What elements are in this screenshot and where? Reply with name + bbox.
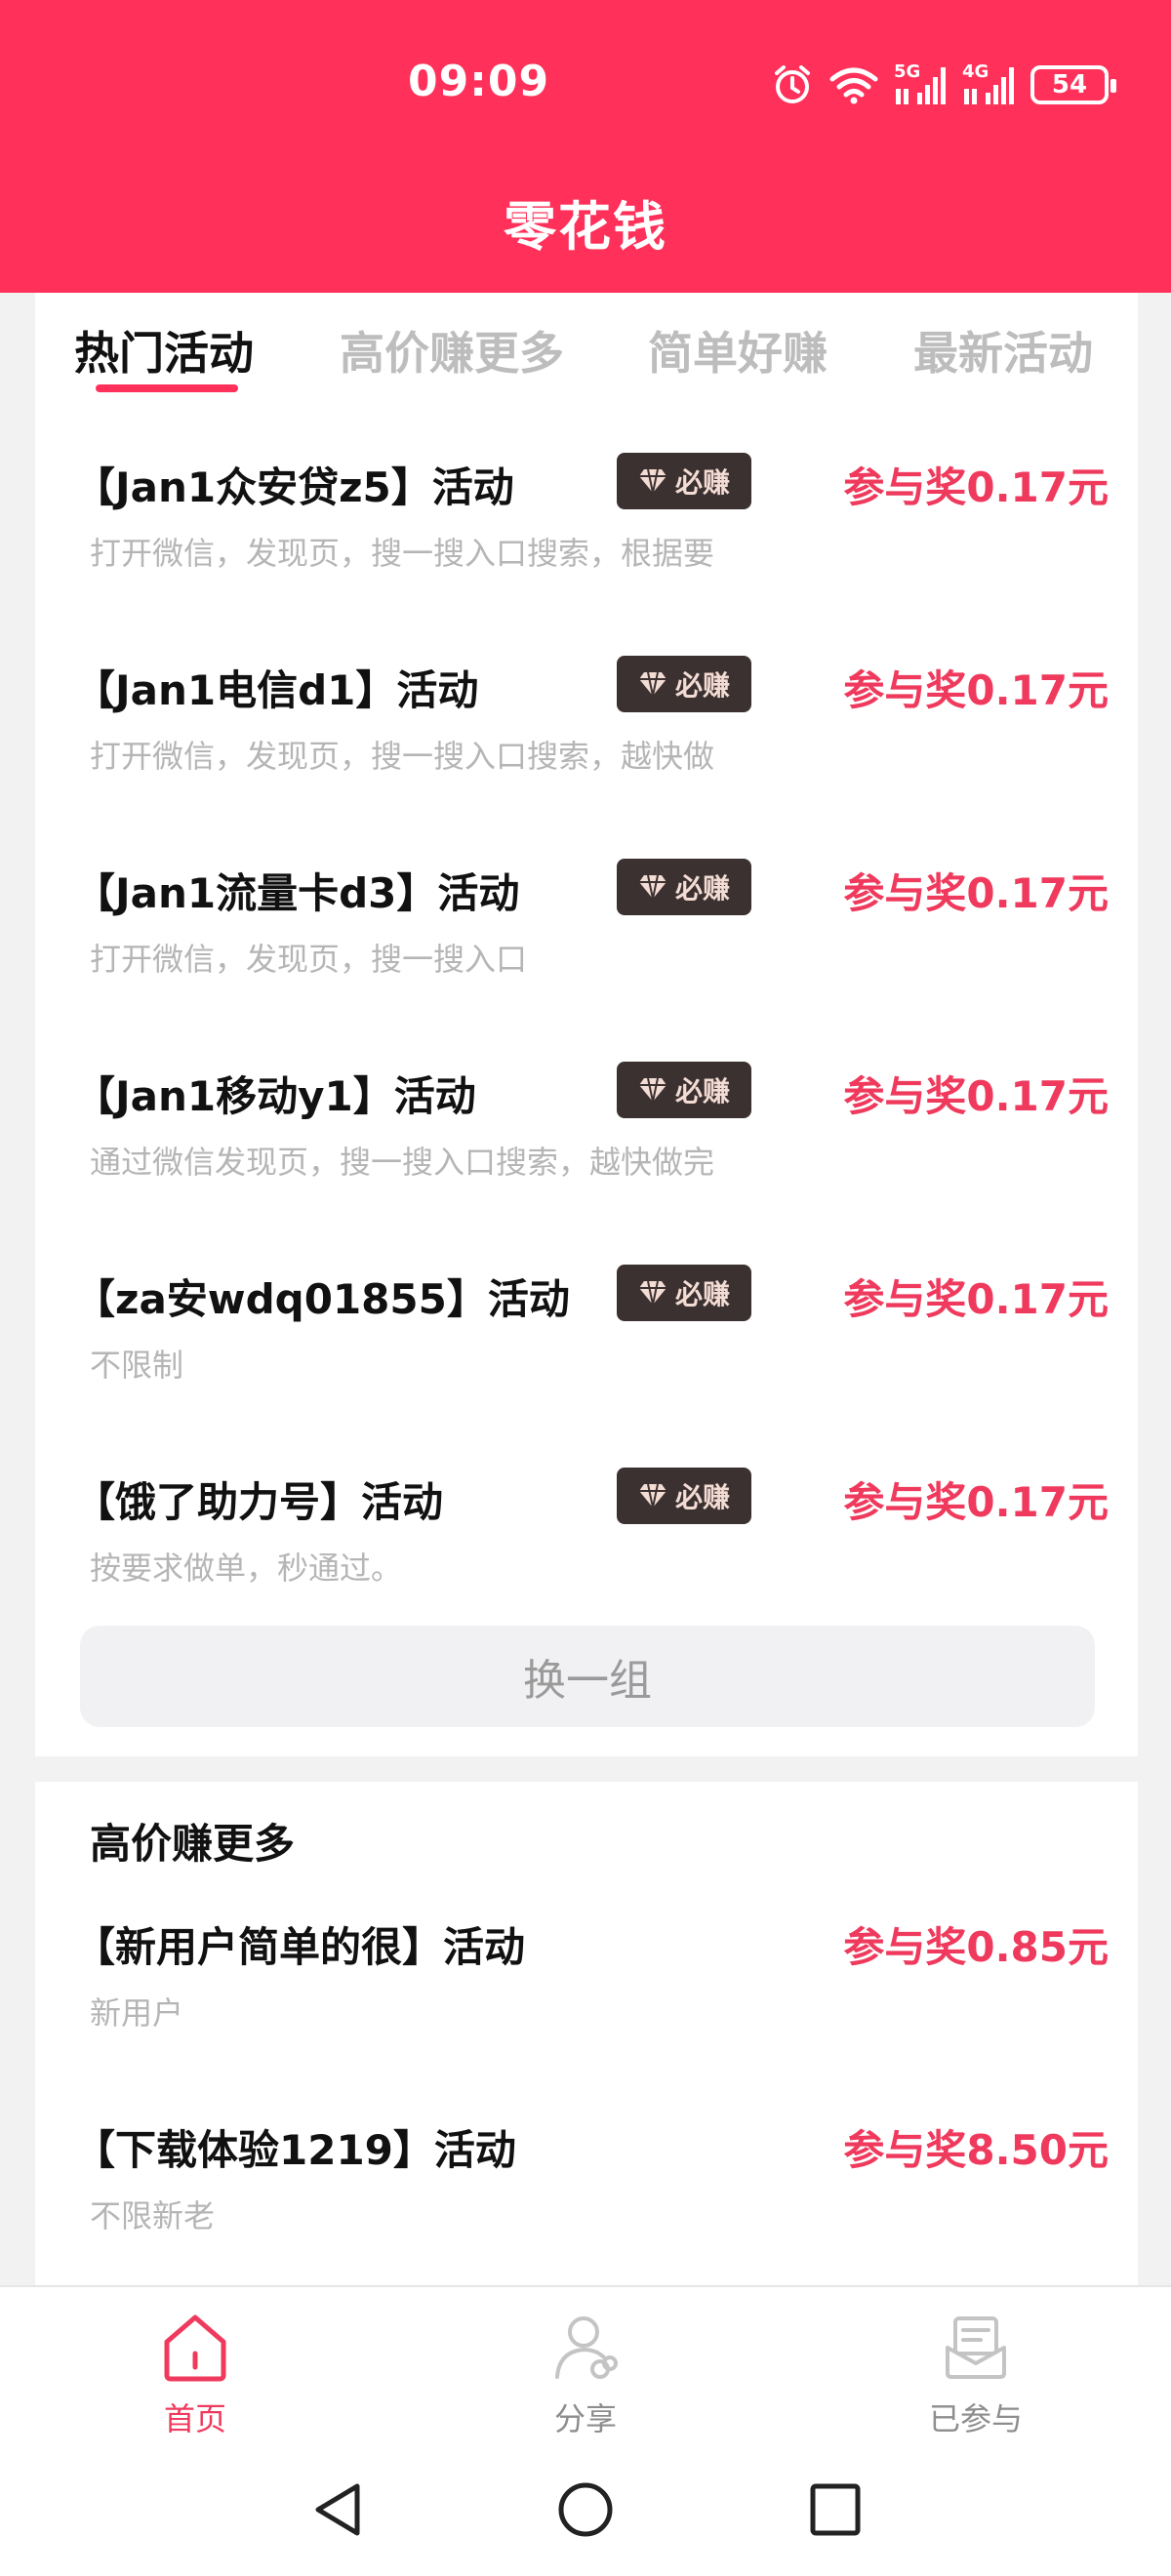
diamond-icon — [638, 874, 666, 900]
item-title: 【Jan1众安贷z5】活动 — [74, 463, 514, 511]
status-time: 09:09 — [408, 57, 550, 106]
item-desc: 不限制 — [90, 1347, 184, 1384]
item-reward: 参与奖8.50元 — [843, 2126, 1109, 2174]
nav-joined[interactable]: 已参与 — [878, 2313, 1073, 2439]
diamond-icon — [638, 671, 666, 697]
item-desc: 通过微信发现页，搜一搜入口搜索，越快做完 — [90, 1144, 715, 1181]
item-title: 【Jan1电信d1】活动 — [74, 666, 479, 714]
diamond-icon — [638, 468, 666, 494]
item-title: 【Jan1移动y1】活动 — [74, 1072, 476, 1120]
hot-activities-card: 热门活动 高价赚更多 简单好赚 最新活动 【Jan1众安贷z5】活动 必赚 参与… — [35, 293, 1138, 1756]
item-reward: 参与奖0.17元 — [843, 666, 1109, 714]
refresh-group-button[interactable]: 换一组 — [80, 1626, 1095, 1727]
list-item[interactable]: 【新用户简单的很】活动 参与奖0.85元 新用户 — [35, 1914, 1138, 2117]
badge-label: 必赚 — [674, 466, 730, 499]
must-earn-badge: 必赚 — [617, 453, 751, 509]
item-reward: 参与奖0.17元 — [843, 1072, 1109, 1120]
tab-newest[interactable]: 最新活动 — [913, 318, 1093, 382]
tab-hot[interactable]: 热门活动 — [74, 318, 254, 382]
list-item[interactable]: 【Jan1流量卡d3】活动 必赚 参与奖0.17元 打开微信，发现页，搜一搜入口 — [35, 859, 1138, 1064]
item-desc: 打开微信，发现页，搜一搜入口搜索，越快做 — [90, 738, 715, 775]
badge-label: 必赚 — [674, 1075, 730, 1107]
must-earn-badge: 必赚 — [617, 1062, 751, 1118]
must-earn-badge: 必赚 — [617, 1468, 751, 1524]
item-title: 【下载体验1219】活动 — [74, 2126, 516, 2174]
item-desc: 新用户 — [90, 1994, 184, 2032]
list-item[interactable]: 【Jan1电信d1】活动 必赚 参与奖0.17元 打开微信，发现页，搜一搜入口搜… — [35, 656, 1138, 861]
list-item[interactable]: 【za安wdq01855】活动 必赚 参与奖0.17元 不限制 — [35, 1265, 1138, 1469]
list-item[interactable]: 【Jan1众安贷z5】活动 必赚 参与奖0.17元 打开微信，发现页，搜一搜入口… — [35, 453, 1138, 658]
recents-icon[interactable] — [808, 2480, 863, 2539]
wifi-icon — [829, 67, 878, 104]
must-earn-badge: 必赚 — [617, 656, 751, 712]
item-desc: 打开微信，发现页，搜一搜入口搜索，根据要 — [90, 535, 715, 572]
item-reward: 参与奖0.17元 — [843, 1478, 1109, 1526]
tab-easy[interactable]: 简单好赚 — [648, 318, 828, 382]
alarm-icon — [775, 65, 810, 103]
item-reward: 参与奖0.85元 — [843, 1923, 1109, 1971]
status-icons: 5G 4G 54 — [771, 60, 1116, 109]
nav-joined-label: 已参与 — [928, 2400, 1023, 2437]
share-user-icon — [555, 2316, 618, 2379]
item-reward: 参与奖0.17元 — [843, 869, 1109, 917]
battery-icon: 54 — [1030, 65, 1116, 104]
must-earn-badge: 必赚 — [617, 1265, 751, 1321]
signal-5g-icon: 5G — [894, 61, 947, 106]
item-title: 【Jan1流量卡d3】活动 — [74, 869, 520, 917]
badge-label: 必赚 — [674, 1481, 730, 1513]
home-circle-icon[interactable] — [556, 2480, 615, 2539]
back-icon[interactable] — [310, 2480, 365, 2539]
item-title: 【za安wdq01855】活动 — [74, 1275, 570, 1323]
system-nav-bar — [0, 2441, 1171, 2576]
list-item[interactable]: 【Jan1移动y1】活动 必赚 参与奖0.17元 通过微信发现页，搜一搜入口搜索… — [35, 1062, 1138, 1267]
status-bar: 09:09 5G 4G 54 — [0, 0, 1171, 171]
item-reward: 参与奖0.17元 — [843, 463, 1109, 511]
badge-label: 必赚 — [674, 669, 730, 702]
nav-share[interactable]: 分享 — [488, 2313, 683, 2439]
item-desc: 打开微信，发现页，搜一搜入口 — [90, 941, 528, 978]
category-tabs: 热门活动 高价赚更多 简单好赚 最新活动 — [35, 293, 1138, 410]
nav-share-label: 分享 — [553, 2400, 617, 2437]
tab-active-indicator — [96, 384, 238, 392]
signal-4g-icon: 4G — [962, 61, 1015, 106]
badge-label: 必赚 — [674, 872, 730, 905]
item-reward: 参与奖0.17元 — [843, 1275, 1109, 1323]
bottom-nav: 首页 分享 已参与 — [0, 2285, 1171, 2441]
item-title: 【新用户简单的很】活动 — [74, 1923, 526, 1971]
joined-envelope-icon — [946, 2316, 1006, 2379]
item-title: 【饿了助力号】活动 — [74, 1478, 444, 1526]
high-price-card: 高价赚更多 【新用户简单的很】活动 参与奖0.85元 新用户 【下载体验1219… — [35, 1782, 1138, 2289]
nav-home-label: 首页 — [163, 2400, 226, 2437]
diamond-icon — [638, 1077, 666, 1103]
section-title: 高价赚更多 — [90, 1820, 296, 1868]
diamond-icon — [638, 1280, 666, 1306]
app-title: 零花钱 — [504, 196, 667, 258]
item-desc: 按要求做单，秒通过。 — [90, 1550, 403, 1587]
tab-high-price[interactable]: 高价赚更多 — [340, 318, 564, 382]
battery-level: 54 — [1051, 70, 1088, 100]
item-desc: 不限新老 — [90, 2197, 216, 2234]
must-earn-badge: 必赚 — [617, 859, 751, 915]
app-header: 09:09 5G 4G 54 零花钱 — [0, 0, 1171, 293]
home-icon — [164, 2314, 226, 2382]
badge-label: 必赚 — [674, 1278, 730, 1310]
diamond-icon — [638, 1483, 666, 1509]
nav-home[interactable]: 首页 — [98, 2313, 293, 2439]
